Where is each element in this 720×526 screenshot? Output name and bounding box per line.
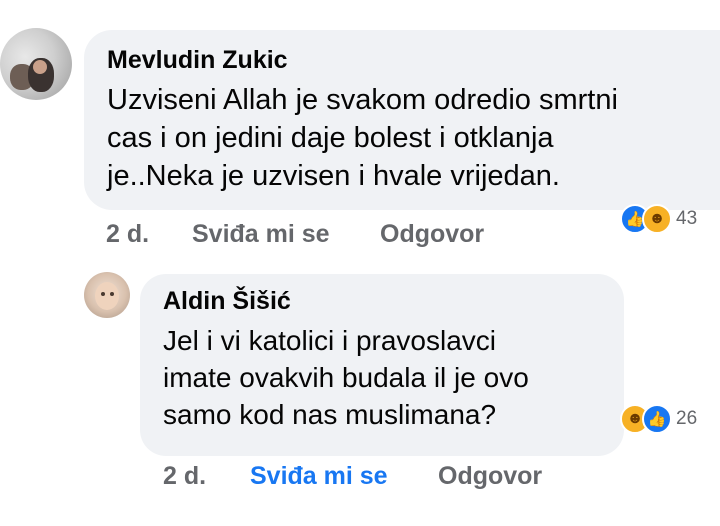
reaction-count: 26	[676, 408, 698, 429]
comment-author[interactable]: Aldin Šišić	[163, 287, 291, 316]
comment-time[interactable]: 2 d.	[106, 220, 149, 249]
haha-icon: ☻	[642, 204, 672, 234]
like-button[interactable]: Sviđa mi se	[192, 220, 330, 249]
reaction-summary[interactable]: 👍 ☻ 43	[620, 204, 697, 234]
avatar[interactable]	[0, 28, 72, 100]
like-icon: 👍	[642, 404, 672, 434]
comment-text: Jel i vi katolici i pravoslavci imate ov…	[163, 325, 529, 430]
comment-text: Uzviseni Allah je svakom odredio smrtni …	[107, 84, 618, 192]
comment-time[interactable]: 2 d.	[163, 462, 206, 491]
reaction-count: 43	[676, 208, 698, 229]
avatar[interactable]	[84, 272, 130, 318]
like-button[interactable]: Sviđa mi se	[250, 462, 388, 491]
reply-button[interactable]: Odgovor	[380, 220, 484, 249]
comment-author[interactable]: Mevludin Zukic	[107, 46, 288, 75]
reaction-summary[interactable]: ☻ 👍 26	[620, 404, 697, 434]
reply-button[interactable]: Odgovor	[438, 462, 542, 491]
